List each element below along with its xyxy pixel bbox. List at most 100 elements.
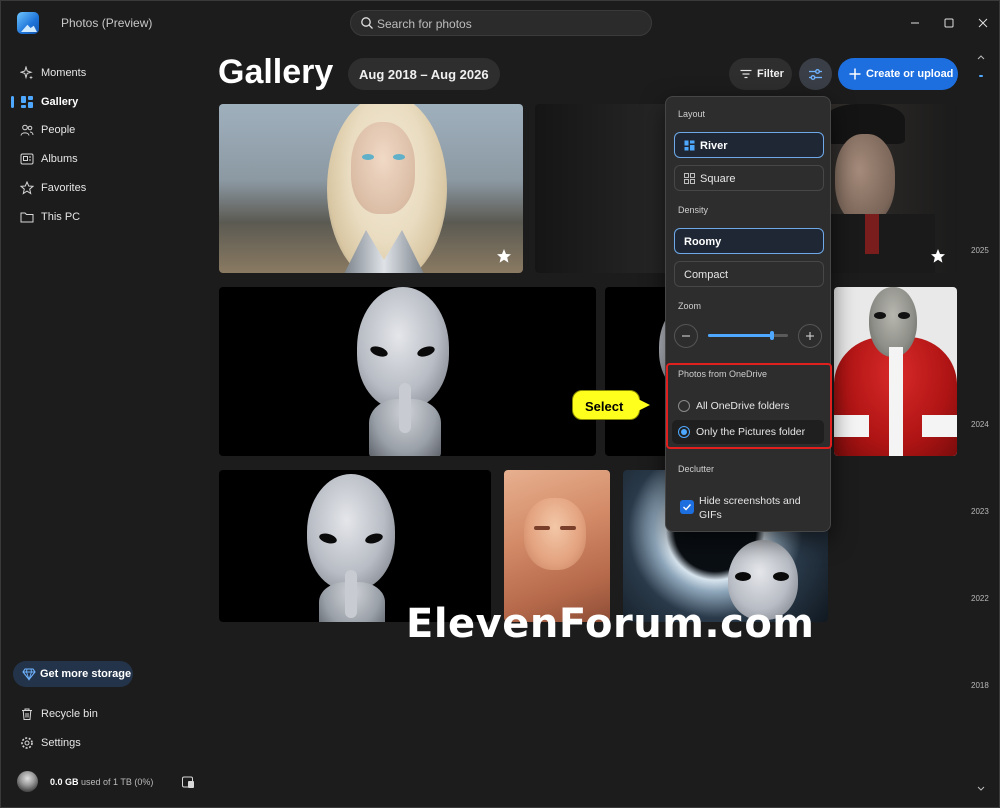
sidebar-item-moments[interactable]: Moments [11,61,201,85]
photo-thumbnail[interactable] [219,104,523,273]
timeline-year[interactable]: 2024 [971,420,989,429]
avatar[interactable] [17,771,38,792]
alien-eye [735,572,751,581]
photo-eye [362,154,374,160]
timeline-year[interactable]: 2018 [971,681,989,690]
favorite-star-icon[interactable] [930,248,946,264]
density-section-label: Density [678,205,709,215]
watermark: ElevenForum.com [406,601,815,647]
storage-total: used of 1 TB (0%) [81,777,154,787]
close-icon [978,18,988,28]
alien-finger [399,383,411,433]
onedrive-status-icon[interactable] [181,775,195,789]
layout-option-label: Square [700,173,736,185]
close-button[interactable] [971,11,995,35]
minus-icon [682,335,690,337]
onedrive-option-label: All OneDrive folders [696,400,790,412]
zoom-slider-thumb[interactable] [770,331,774,340]
photo-face [351,122,415,214]
sidebar-item-albums[interactable]: Albums [11,147,201,171]
zoom-slider[interactable] [708,331,788,340]
radio-button[interactable] [678,400,690,412]
sidebar-item-label: People [41,124,76,136]
layout-option-square[interactable]: Square [674,165,824,191]
sidebar-item-this-pc[interactable]: This PC [11,205,201,229]
photos-logo-icon [17,12,39,34]
app-window: Photos (Preview) Search for photos Momen… [0,0,1000,808]
sidebar-item-label: This PC [41,211,81,223]
photo-thumbnail[interactable] [504,470,610,622]
alien-finger [345,570,357,618]
sidebar-item-label: Albums [41,153,78,165]
hide-screenshots-label: Hide screenshots and GIFs [699,495,801,521]
sidebar-item-recycle-bin[interactable]: Recycle bin [11,702,201,726]
sidebar-item-people[interactable]: People [11,118,201,142]
sidebar-item-settings[interactable]: Settings [11,731,201,755]
timeline-year[interactable]: 2022 [971,594,989,603]
date-range-pill[interactable]: Aug 2018 – Aug 2026 [348,58,500,90]
onedrive-section-label: Photos from OneDrive [678,369,768,379]
search-placeholder: Search for photos [377,17,472,31]
zoom-section-label: Zoom [678,301,702,311]
storage-usage: 0.0 GB used of 1 TB (0%) [50,777,153,787]
filter-button[interactable]: Filter [729,58,792,90]
santa-cuff [834,415,869,437]
hide-screenshots-checkbox[interactable] [680,500,694,514]
onedrive-option-all-folders[interactable]: All OneDrive folders [672,394,824,418]
baby-alien-head [524,498,586,570]
title-bar: Photos (Preview) Search for photos [1,1,1000,45]
maximize-button[interactable] [937,11,961,35]
diamond-icon [22,668,36,681]
density-option-compact[interactable]: Compact [674,261,824,287]
people-icon [20,124,34,136]
density-option-label: Compact [684,269,729,281]
zoom-out-button[interactable] [674,324,698,348]
sidebar-item-label: Gallery [41,96,79,108]
layout-option-label: River [700,140,728,152]
sliders-icon [809,69,822,80]
photo-thumbnail[interactable] [219,287,596,456]
chevron-down-icon[interactable] [975,783,987,795]
sidebar-item-gallery[interactable]: Gallery [11,90,201,114]
checkmark-icon [683,504,692,511]
sidebar-item-label: Settings [41,737,81,749]
favorite-star-icon[interactable] [496,248,512,264]
density-option-roomy[interactable]: Roomy [674,228,824,254]
create-or-upload-button[interactable]: Create or upload [838,58,958,90]
sidebar-item-favorites[interactable]: Favorites [11,176,201,200]
declutter-section-label: Declutter [678,464,715,474]
chevron-up-icon[interactable] [975,51,987,63]
minimize-button[interactable] [903,11,927,35]
page-title: Gallery [218,53,334,91]
santa-cuff [922,415,957,437]
photo-thumbnail[interactable] [834,287,957,456]
santa-trim [889,347,903,456]
timeline-position-marker[interactable] [979,75,983,77]
plus-icon [849,68,861,80]
view-options-button[interactable] [799,58,832,90]
timeline-year[interactable]: 2025 [971,246,989,255]
alien-eye [898,312,910,319]
onedrive-option-pictures-folder[interactable]: Only the Pictures folder [672,420,824,444]
active-indicator [11,96,14,108]
search-input[interactable]: Search for photos [350,10,652,36]
folder-icon [20,212,34,223]
get-more-storage-button[interactable]: Get more storage [13,661,133,687]
river-layout-icon [684,140,695,151]
radio-button[interactable] [678,426,690,438]
gear-icon [21,737,33,749]
get-more-storage-label: Get more storage [40,668,132,680]
alien-eye [534,526,550,530]
plus-icon [806,332,814,340]
sidebar-item-label: Moments [41,67,87,79]
sparkle-icon [20,66,33,80]
layout-section-label: Layout [678,109,706,119]
layout-option-river[interactable]: River [674,132,824,158]
date-range-label: Aug 2018 – Aug 2026 [359,67,489,82]
timeline-year[interactable]: 2023 [971,507,989,516]
photo-eye [393,154,405,160]
onedrive-option-label: Only the Pictures folder [696,426,806,438]
star-icon [20,181,34,195]
photo-thumbnail[interactable] [219,470,491,622]
zoom-in-button[interactable] [798,324,822,348]
